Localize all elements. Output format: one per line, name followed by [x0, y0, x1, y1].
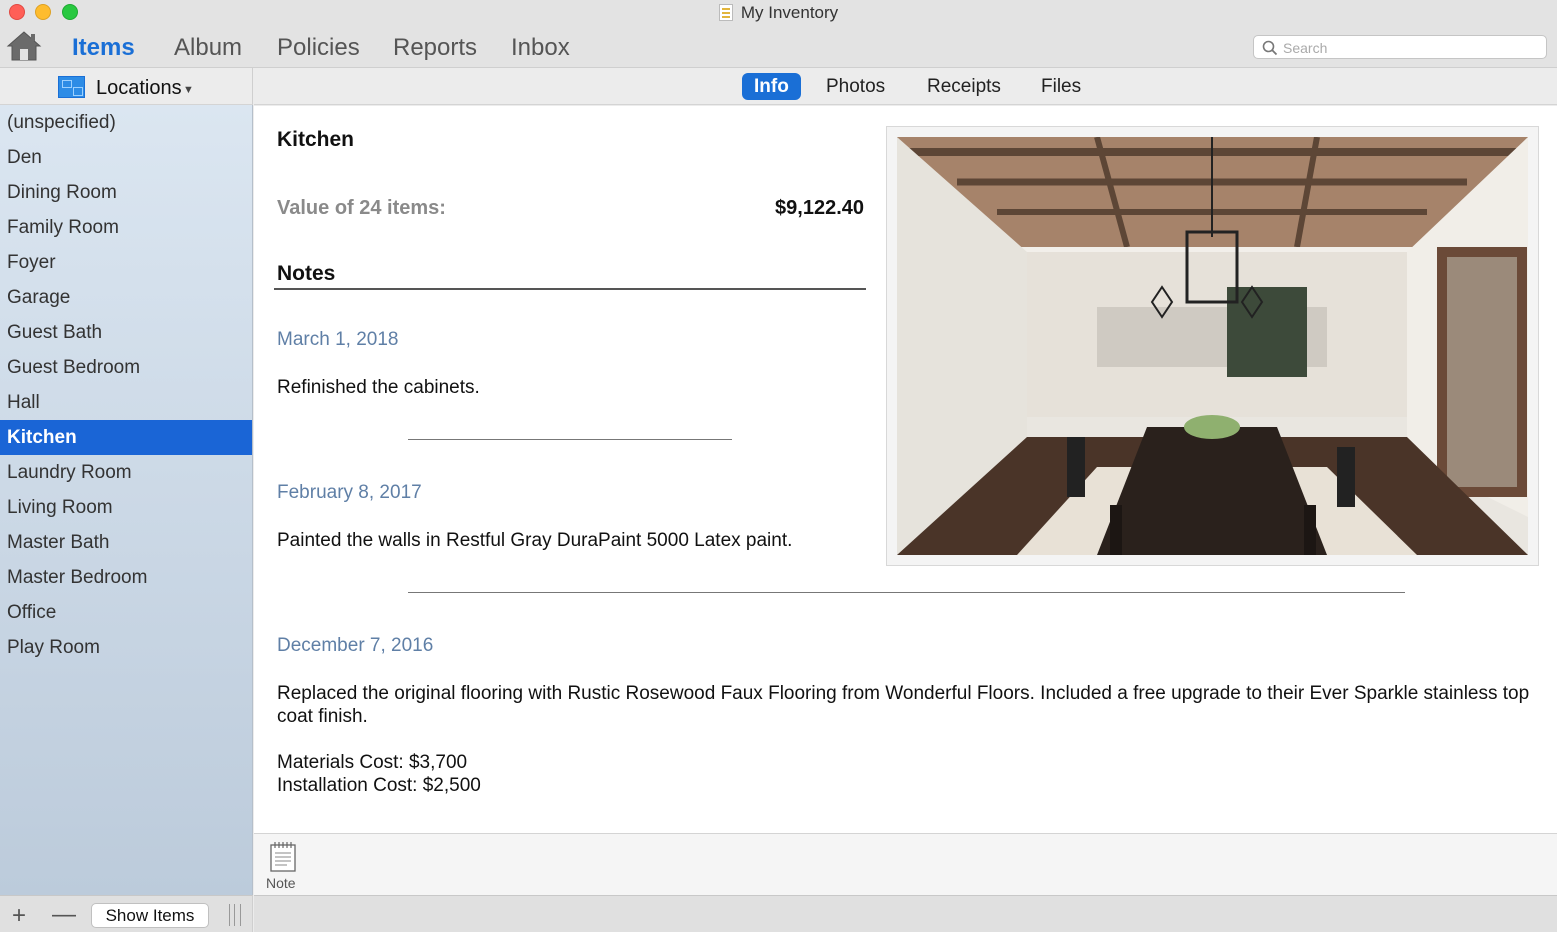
note-date-3: December 7, 2016	[277, 635, 434, 656]
note-attachment-label[interactable]: Note	[266, 875, 296, 891]
note-materials-cost: Materials Cost: $3,700	[277, 752, 468, 773]
value-amount: $9,122.40	[775, 197, 864, 219]
show-items-button[interactable]: Show Items	[91, 903, 209, 928]
window-title: My Inventory	[740, 3, 839, 22]
value-label: Value of 24 items:	[277, 197, 446, 219]
remove-location-button[interactable]: —	[52, 901, 76, 929]
note-date-1: March 1, 2018	[277, 329, 399, 350]
location-item-garage[interactable]: Garage	[0, 280, 252, 315]
note-date-2: February 8, 2017	[277, 482, 422, 503]
detail-tab-bar: Info Photos Receipts Files	[254, 68, 1557, 105]
home-icon[interactable]	[6, 30, 42, 62]
locations-sidebar: (unspecified) Den Dining Room Family Roo…	[0, 105, 253, 895]
note-text-3: Replaced the original flooring with Rust…	[277, 683, 1530, 727]
tab-policies[interactable]: Policies	[277, 34, 360, 62]
tab-album[interactable]: Album	[174, 34, 242, 62]
location-item-den[interactable]: Den	[0, 140, 252, 175]
location-item-kitchen[interactable]: Kitchen	[0, 420, 252, 455]
location-item-guest-bedroom[interactable]: Guest Bedroom	[0, 350, 252, 385]
search-input[interactable]	[1283, 38, 1538, 57]
attachments-strip: Note	[254, 833, 1557, 895]
tab-photos[interactable]: Photos	[814, 73, 897, 100]
location-item-unspecified[interactable]: (unspecified)	[0, 105, 252, 140]
detail-footer	[254, 895, 1557, 932]
location-item-master-bedroom[interactable]: Master Bedroom	[0, 560, 252, 595]
document-icon	[718, 4, 733, 21]
tab-info[interactable]: Info	[742, 73, 801, 100]
location-item-guest-bath[interactable]: Guest Bath	[0, 315, 252, 350]
location-item-family-room[interactable]: Family Room	[0, 210, 252, 245]
location-item-play-room[interactable]: Play Room	[0, 630, 252, 665]
notes-divider	[274, 288, 866, 290]
tab-inbox[interactable]: Inbox	[511, 34, 570, 62]
note-separator-1	[408, 439, 732, 440]
location-item-office[interactable]: Office	[0, 595, 252, 630]
notes-heading: Notes	[277, 262, 336, 285]
location-item-hall[interactable]: Hall	[0, 385, 252, 420]
window-title-wrap: My Inventory	[0, 3, 1557, 23]
note-text-2: Painted the walls in Restful Gray DuraPa…	[277, 530, 793, 551]
note-installation-cost: Installation Cost: $2,500	[277, 775, 481, 796]
tab-items[interactable]: Items	[72, 34, 135, 62]
location-item-living-room[interactable]: Living Room	[0, 490, 252, 525]
note-text-1: Refinished the cabinets.	[277, 377, 480, 398]
location-item-master-bath[interactable]: Master Bath	[0, 525, 252, 560]
dropdown-arrow-icon: ▼	[183, 84, 194, 96]
note-icon[interactable]	[270, 842, 296, 872]
locations-selector[interactable]: Locations ▼	[0, 68, 253, 105]
search-field[interactable]	[1253, 35, 1547, 59]
floor-plan-icon	[58, 76, 85, 98]
location-detail-panel: Kitchen Value of 24 items: $9,122.40 Not…	[254, 106, 1557, 833]
location-photo-frame[interactable]	[886, 126, 1539, 566]
note-separator-2	[408, 592, 1405, 593]
locations-label: Locations	[96, 77, 182, 99]
search-icon	[1262, 40, 1278, 56]
kitchen-photo	[897, 137, 1528, 555]
tab-receipts[interactable]: Receipts	[915, 73, 1013, 100]
tab-reports[interactable]: Reports	[393, 34, 477, 62]
tab-files[interactable]: Files	[1029, 73, 1093, 100]
title-bar: My Inventory	[0, 0, 1557, 26]
location-title: Kitchen	[277, 128, 355, 151]
main-toolbar: Items Album Policies Reports Inbox	[0, 26, 1557, 68]
sidebar-resize-handle[interactable]	[229, 904, 241, 926]
sidebar-footer: + — Show Items	[0, 895, 253, 932]
location-item-foyer[interactable]: Foyer	[0, 245, 252, 280]
add-location-button[interactable]: +	[12, 902, 26, 930]
location-item-laundry-room[interactable]: Laundry Room	[0, 455, 252, 490]
location-item-dining-room[interactable]: Dining Room	[0, 175, 252, 210]
